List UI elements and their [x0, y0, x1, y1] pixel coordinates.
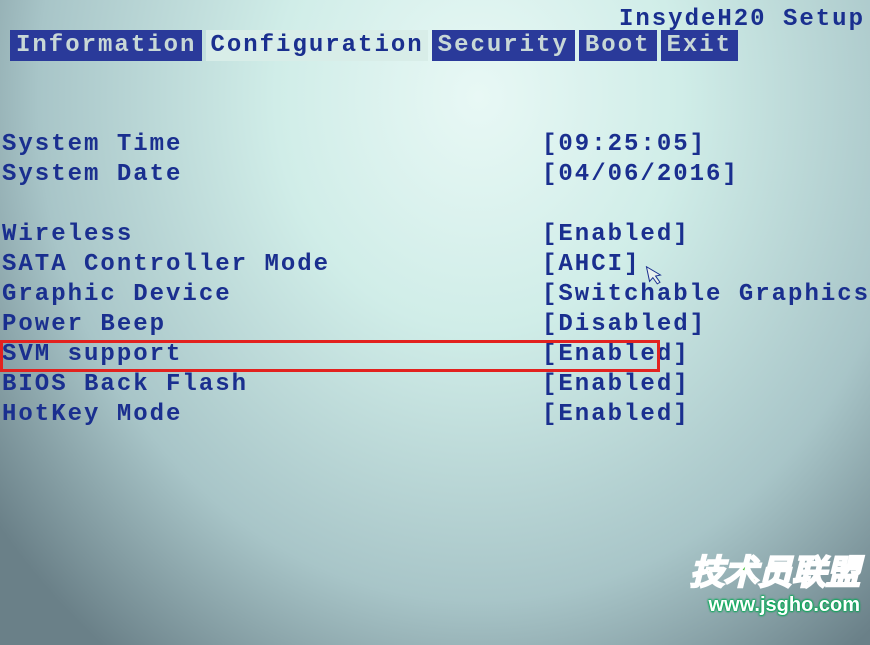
row-sata-controller-mode[interactable]: SATA Controller Mode [AHCI]: [0, 250, 870, 280]
menu-configuration[interactable]: Configuration: [206, 30, 427, 61]
row-hotkey-mode[interactable]: HotKey Mode [Enabled]: [0, 400, 870, 430]
value-wireless[interactable]: [Enabled]: [542, 220, 690, 250]
value-hotkey-mode[interactable]: [Enabled]: [542, 400, 690, 430]
bios-screen: InsydeH20 Setup Information Configuratio…: [0, 0, 870, 645]
value-bios-back-flash[interactable]: [Enabled]: [542, 370, 690, 400]
value-sata-controller-mode[interactable]: [AHCI]: [542, 250, 640, 280]
watermark-title: 技术员联盟 之家: [690, 545, 860, 594]
label-graphic-device: Graphic Device: [2, 280, 542, 310]
value-graphic-device[interactable]: [Switchable Graphics]: [542, 280, 870, 310]
row-graphic-device[interactable]: Graphic Device [Switchable Graphics]: [0, 280, 870, 310]
row-svm-support[interactable]: SVM support [Enabled]: [0, 340, 870, 370]
gap: [0, 190, 870, 220]
menu-boot[interactable]: Boot: [579, 30, 657, 61]
watermark-over-text: 之家: [770, 553, 870, 602]
value-system-time[interactable]: [09:25:05]: [542, 130, 706, 160]
value-system-date[interactable]: [04/06/2016]: [542, 160, 739, 190]
label-system-time: System Time: [2, 130, 542, 160]
value-power-beep[interactable]: [Disabled]: [542, 310, 706, 340]
value-svm-support[interactable]: [Enabled]: [542, 340, 690, 370]
bios-title: InsydeH20 Setup: [619, 6, 865, 33]
label-wireless: Wireless: [2, 220, 542, 250]
menu-exit[interactable]: Exit: [661, 30, 739, 61]
menu-security[interactable]: Security: [432, 30, 575, 61]
row-system-date[interactable]: System Date [04/06/2016]: [0, 160, 870, 190]
label-bios-back-flash: BIOS Back Flash: [2, 370, 542, 400]
settings-list: System Time [09:25:05] System Date [04/0…: [0, 130, 870, 430]
row-wireless[interactable]: Wireless [Enabled]: [0, 220, 870, 250]
label-hotkey-mode: HotKey Mode: [2, 400, 542, 430]
label-power-beep: Power Beep: [2, 310, 542, 340]
menu-bar: Information Configuration Security Boot …: [10, 30, 742, 61]
watermark: 技术员联盟 之家 www.jsgho.com: [690, 545, 860, 617]
label-svm-support: SVM support: [2, 340, 542, 370]
menu-information[interactable]: Information: [10, 30, 202, 61]
label-system-date: System Date: [2, 160, 542, 190]
row-system-time[interactable]: System Time [09:25:05]: [0, 130, 870, 160]
label-sata-controller-mode: SATA Controller Mode: [2, 250, 542, 280]
row-power-beep[interactable]: Power Beep [Disabled]: [0, 310, 870, 340]
row-bios-back-flash[interactable]: BIOS Back Flash [Enabled]: [0, 370, 870, 400]
